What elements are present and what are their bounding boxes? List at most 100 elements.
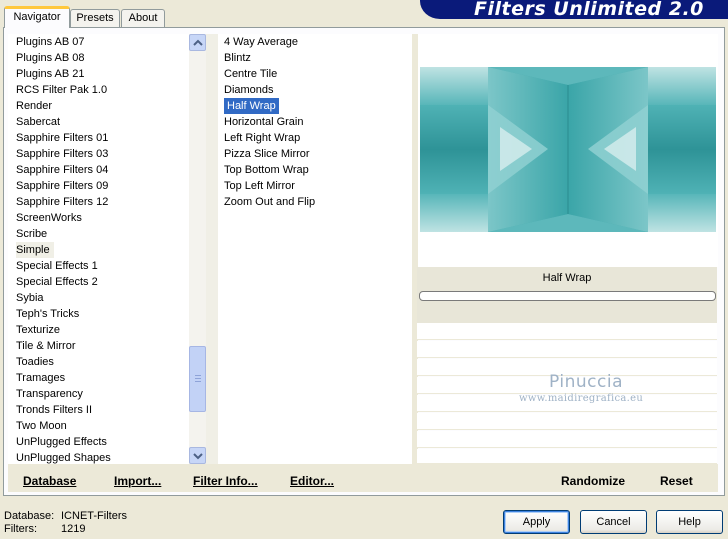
category-item[interactable]: UnPlugged Shapes [16,450,189,464]
category-item[interactable]: Transparency [16,386,189,402]
help-label: Help [678,516,701,528]
filter-info-button[interactable]: Filter Info... [193,474,258,488]
category-item[interactable]: Sapphire Filters 04 [16,162,189,178]
category-item-label: Transparency [16,388,83,400]
list-separator [206,34,218,464]
category-item[interactable]: Sapphire Filters 12 [16,194,189,210]
filter-item-label: Pizza Slice Mirror [224,148,310,160]
category-item-label: Two Moon [16,420,67,432]
tab-presets[interactable]: Presets [70,9,120,27]
category-item[interactable]: Scribe [16,226,189,242]
category-item-label: Tile & Mirror [16,340,76,352]
category-item-label: Sapphire Filters 12 [16,196,109,208]
category-item-label: Plugins AB 21 [16,68,85,80]
category-item-label: Scribe [16,228,48,240]
category-item-label: Sapphire Filters 03 [16,148,109,160]
category-item[interactable]: Special Effects 1 [16,258,189,274]
category-item[interactable]: Tronds Filters II [16,402,189,418]
category-item[interactable]: Tramages [16,370,189,386]
category-item-label: Teph's Tricks [16,308,80,320]
filter-list[interactable]: 4 Way Average Blintz Centre Tile Diamonds Ha… [218,34,412,464]
tab-about-label: About [128,12,158,24]
param-row [417,431,717,448]
category-item-label: UnPlugged Effects [16,436,107,448]
category-item[interactable]: Sybia [16,290,189,306]
category-item[interactable]: Plugins AB 07 [16,34,189,50]
category-item[interactable]: Sapphire Filters 03 [16,146,189,162]
param-row [417,413,717,430]
randomize-button[interactable]: Randomize [561,474,625,488]
filter-item-label: 4 Way Average [224,36,298,48]
category-scrollbar[interactable] [189,34,206,464]
database-button[interactable]: Database [23,474,76,488]
category-item-label: ScreenWorks [16,212,82,224]
category-item[interactable]: Two Moon [16,418,189,434]
preview-filter-name: Half Wrap [542,272,592,284]
filter-item-label: Left Right Wrap [224,132,301,144]
apply-button[interactable]: Apply [503,510,570,534]
tab-navigator[interactable]: Navigator [4,6,70,28]
filter-item[interactable]: Half Wrap [222,98,412,114]
filters-count: 1219 [61,523,86,535]
category-item[interactable]: Simple [16,242,189,258]
chevron-up-icon [193,39,203,46]
filter-item-label: Zoom Out and Flip [224,196,316,208]
param-row [417,323,717,340]
category-item-label: Toadies [16,356,54,368]
filter-item[interactable]: Top Bottom Wrap [222,162,412,178]
tab-about[interactable]: About [121,9,165,27]
category-list[interactable]: Plugins AB 07 Plugins AB 08 Plugins AB 21 R… [8,34,189,464]
category-item[interactable]: UnPlugged Effects [16,434,189,450]
scroll-up-button[interactable] [189,34,206,51]
scroll-thumb[interactable] [189,346,206,412]
category-item-label: Plugins AB 08 [16,52,85,64]
filter-item[interactable]: Left Right Wrap [222,130,412,146]
filter-item[interactable]: Top Left Mirror [222,178,412,194]
database-label: Database: [4,510,55,522]
scroll-down-button[interactable] [189,447,206,464]
category-item[interactable]: Texturize [16,322,189,338]
category-item-label: Plugins AB 07 [16,36,85,48]
category-item[interactable]: Tile & Mirror [16,338,189,354]
filter-item[interactable]: Pizza Slice Mirror [222,146,412,162]
filter-item[interactable]: Blintz [222,50,412,66]
category-item-label: Render [16,100,53,112]
filter-item-label: Horizontal Grain [224,116,304,128]
category-item-label: Sapphire Filters 09 [16,180,109,192]
help-button[interactable]: Help [656,510,723,534]
category-item[interactable]: Render [16,98,189,114]
watermark-name: Pinuccia [549,372,623,392]
reset-button[interactable]: Reset [660,474,693,488]
category-item-label: Special Effects 1 [16,260,98,272]
category-item[interactable]: Sapphire Filters 09 [16,178,189,194]
category-item[interactable]: Sapphire Filters 01 [16,130,189,146]
category-item-label: Simple [16,242,54,258]
category-item-label: Sapphire Filters 01 [16,132,109,144]
category-item[interactable]: Special Effects 2 [16,274,189,290]
category-item[interactable]: Teph's Tricks [16,306,189,322]
progress-bar [419,291,716,301]
category-item[interactable]: Plugins AB 08 [16,50,189,66]
category-item[interactable]: Plugins AB 21 [16,66,189,82]
filter-item[interactable]: 4 Way Average [222,34,412,50]
import-button[interactable]: Import... [114,474,161,488]
database-value: ICNET-Filters [61,510,127,522]
filters-label: Filters: [4,523,37,535]
category-item[interactable]: Sabercat [16,114,189,130]
tab-presets-label: Presets [76,12,114,24]
preview-image [420,67,716,232]
category-item[interactable]: RCS Filter Pak 1.0 [16,82,189,98]
param-row [417,449,717,464]
filter-item[interactable]: Zoom Out and Flip [222,194,412,210]
filter-item[interactable]: Centre Tile [222,66,412,82]
editor-button[interactable]: Editor... [290,474,334,488]
category-item-label: Sybia [16,292,44,304]
cancel-button[interactable]: Cancel [580,510,647,534]
filter-item[interactable]: Diamonds [222,82,412,98]
half-wrap-preview-icon [420,67,716,232]
category-item-label: UnPlugged Shapes [16,452,111,464]
category-item[interactable]: Toadies [16,354,189,370]
filter-item[interactable]: Horizontal Grain [222,114,412,130]
filter-item-label: Half Wrap [224,98,279,114]
category-item[interactable]: ScreenWorks [16,210,189,226]
